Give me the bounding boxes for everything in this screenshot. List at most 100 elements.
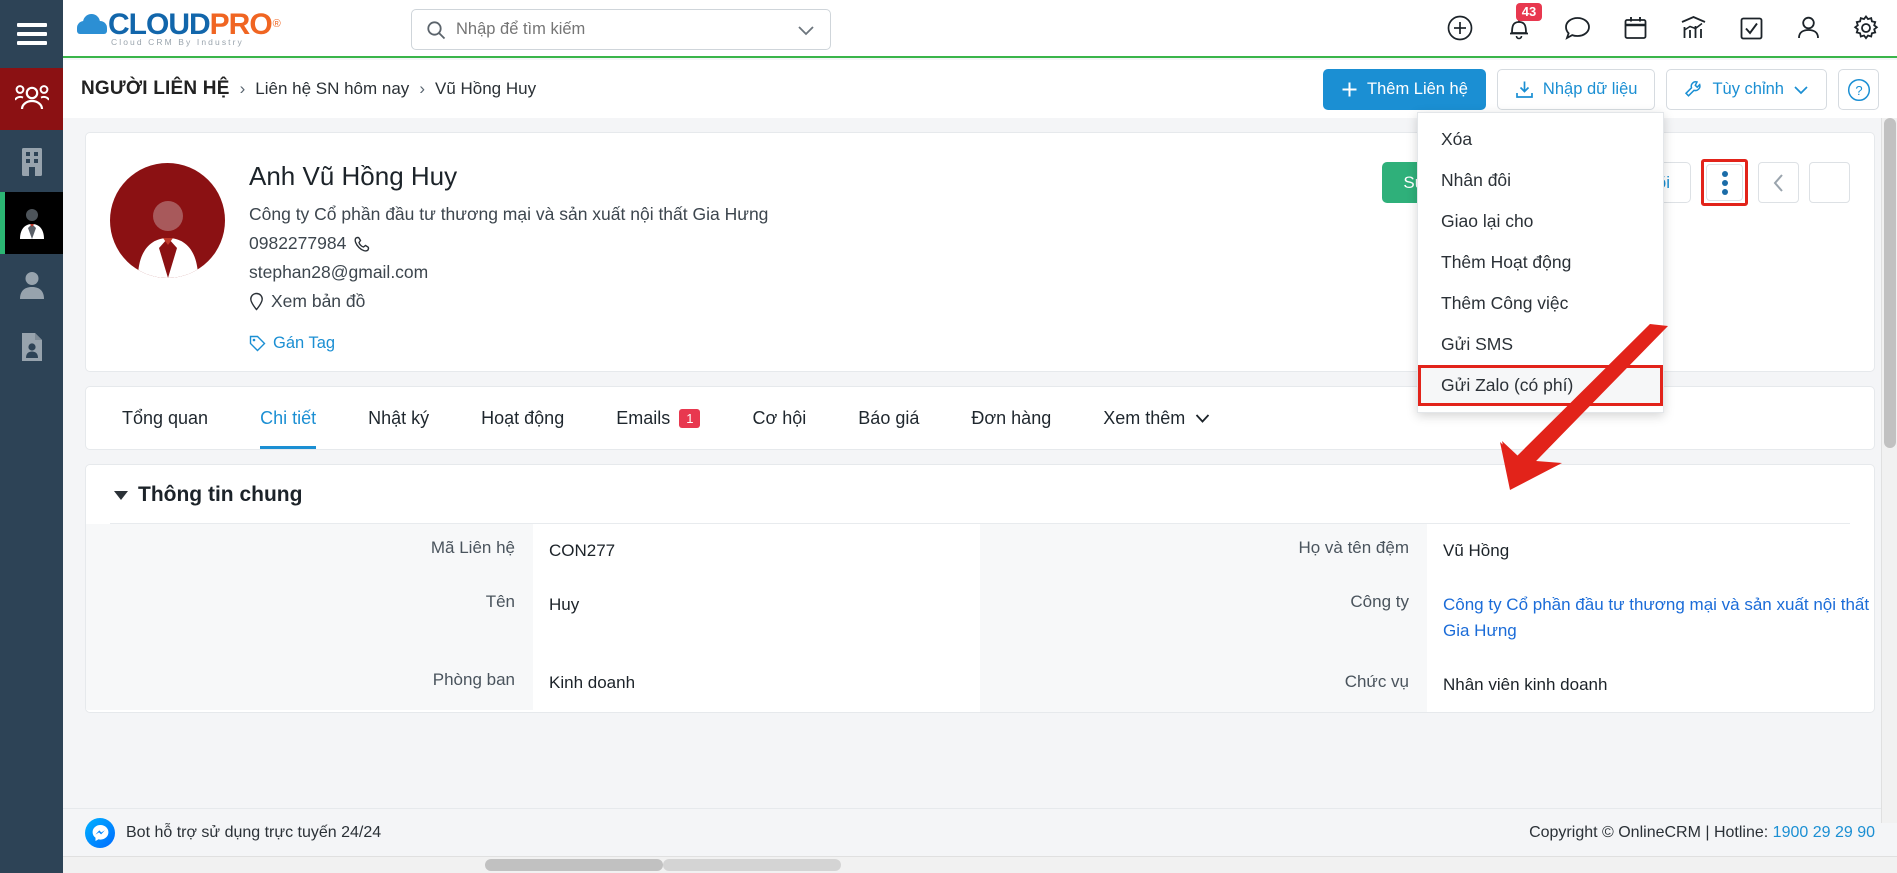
contact-name: Anh Vũ Hồng Huy <box>249 161 458 191</box>
assign-tag-label: Gán Tag <box>273 334 336 352</box>
more-actions-highlight <box>1701 159 1748 206</box>
app-logo[interactable]: CLOUD PRO ® Cloud CRM By Industry <box>77 7 281 47</box>
more-actions-button[interactable] <box>1706 164 1743 201</box>
more-actions-dropdown: Xóa Nhân đôi Giao lại cho Thêm Hoạt động… <box>1417 112 1664 413</box>
reports-icon[interactable] <box>1680 15 1707 41</box>
breadcrumb-mid[interactable]: Liên hệ SN hôm nay <box>255 79 409 99</box>
assign-tag-button[interactable]: Gán Tag <box>249 334 768 353</box>
contact-map-line[interactable]: Xem bản đồ <box>249 287 768 316</box>
import-data-label: Nhập dữ liệu <box>1542 80 1638 98</box>
breadcrumb: NGƯỜI LIÊN HỆ › Liên hệ SN hôm nay › Vũ … <box>81 78 536 100</box>
hotline-number[interactable]: 1900 29 29 90 <box>1773 824 1875 841</box>
copyright-text: Copyright © OnlineCRM | Hotline: <box>1529 823 1773 841</box>
contact-phone: 0982277984 <box>249 233 347 253</box>
field-value[interactable]: Công ty Cổ phần đầu tư thương mại và sản… <box>1427 578 1874 658</box>
contact-card-icon <box>21 333 42 361</box>
field-value: Kinh doanh <box>549 673 636 692</box>
field-label: Chức vụ <box>980 658 1427 712</box>
menu-item-gui-sms[interactable]: Gửi SMS <box>1418 324 1663 365</box>
horizontal-scrollbar-thumb[interactable] <box>485 859 663 871</box>
tab-label: Xem thêm <box>1103 407 1186 428</box>
tab-label: Báo giá <box>858 407 920 428</box>
tab-don-hang[interactable]: Đơn hàng <box>945 387 1077 449</box>
field-row: Phòng ban Kinh doanh <box>86 632 980 710</box>
next-record-button[interactable] <box>1809 162 1850 203</box>
contact-map-label[interactable]: Xem bản đồ <box>271 287 365 316</box>
menu-item-them-hoat-dong[interactable]: Thêm Hoạt động <box>1418 242 1663 283</box>
tab-label: Tổng quan <box>122 407 209 428</box>
field-column-left: Mã Liên hệ CON277 Tên Huy Phòng ban Kinh… <box>86 524 980 712</box>
menu-item-xoa[interactable]: Xóa <box>1418 119 1663 160</box>
tab-bao-gia[interactable]: Báo giá <box>832 387 945 449</box>
tag-icon <box>249 335 266 352</box>
emails-count-badge: 1 <box>679 408 701 428</box>
help-button[interactable]: ? <box>1838 69 1879 110</box>
menu-item-nhan-doi[interactable]: Nhân đôi <box>1418 160 1663 201</box>
businessman-avatar-icon <box>137 201 198 278</box>
copyright: Copyright © OnlineCRM | Hotline: 1900 29… <box>1529 824 1875 842</box>
horizontal-scrollbar[interactable] <box>0 856 1897 873</box>
contact-phone-line: 0982277984 <box>249 229 768 258</box>
general-info-title[interactable]: Thông tin chung <box>86 483 1874 523</box>
add-icon[interactable] <box>1446 14 1474 42</box>
menu-item-giao-lai-cho[interactable]: Giao lại cho <box>1418 201 1663 242</box>
topbar-icons: 43 <box>1446 0 1879 56</box>
sidebar-item-leads[interactable] <box>0 254 63 316</box>
tab-tong-quan[interactable]: Tổng quan <box>96 387 234 449</box>
sidebar-item-records[interactable] <box>0 316 63 378</box>
sidebar-item-contact-person[interactable] <box>0 192 63 254</box>
tab-nhat-ky[interactable]: Nhật ký <box>342 387 455 449</box>
field-grid: Mã Liên hệ CON277 Tên Huy Phòng ban Kinh… <box>86 524 1874 712</box>
previous-record-button[interactable] <box>1758 162 1799 203</box>
tab-xem-them[interactable]: Xem thêm <box>1077 387 1237 449</box>
field-row: Chức vụ Nhân viên kinh doanh <box>980 658 1874 712</box>
tab-emails[interactable]: Emails 1 <box>590 387 726 449</box>
people-group-icon <box>14 85 49 110</box>
logo-pro-text: PRO <box>209 7 273 41</box>
breadcrumb-separator-2: › <box>419 79 425 98</box>
tab-co-hoi[interactable]: Cơ hội <box>726 387 832 449</box>
settings-icon[interactable] <box>1853 15 1879 41</box>
chevron-down-icon[interactable] <box>796 23 816 37</box>
search-input[interactable] <box>456 20 796 39</box>
search-icon <box>427 20 446 39</box>
field-label: Mã Liên hệ <box>86 524 533 578</box>
menu-toggle-button[interactable] <box>0 0 63 68</box>
tasks-icon[interactable] <box>1739 16 1764 41</box>
chevron-left-icon <box>1773 173 1783 192</box>
sidebar-item-contacts-group[interactable] <box>0 68 63 130</box>
logo-tagline: Cloud CRM By Industry <box>111 36 244 47</box>
field-label: Tên <box>86 578 533 632</box>
support-bot[interactable]: Bot hỗ trợ sử dụng trực tuyến 24/24 <box>85 817 381 848</box>
tab-chi-tiet[interactable]: Chi tiết <box>234 387 342 449</box>
chat-icon[interactable] <box>1564 15 1591 41</box>
user-account-icon[interactable] <box>1796 15 1821 41</box>
contact-email[interactable]: stephan28@gmail.com <box>249 258 428 287</box>
field-value: Nhân viên kinh doanh <box>1443 675 1608 694</box>
horizontal-scrollbar-thumb-secondary[interactable] <box>663 859 841 871</box>
menu-item-gui-zalo[interactable]: Gửi Zalo (có phí) <box>1418 365 1663 406</box>
wrench-icon <box>1685 81 1702 97</box>
collapse-caret-icon[interactable] <box>114 490 128 500</box>
breadcrumb-root[interactable]: NGƯỜI LIÊN HỆ <box>81 78 230 100</box>
customize-button[interactable]: Tùy chỉnh <box>1666 69 1827 110</box>
plus-icon <box>1342 82 1357 97</box>
calendar-icon[interactable] <box>1623 15 1648 41</box>
import-data-button[interactable]: Nhập dữ liệu <box>1496 69 1656 110</box>
phone-icon[interactable] <box>353 235 371 253</box>
sidebar-item-companies[interactable] <box>0 130 63 192</box>
page-action-buttons: Thêm Liên hệ Nhập dữ liệu Tùy chỉnh ? <box>1323 69 1879 110</box>
field-value: CON277 <box>549 541 616 560</box>
kebab-dot-1 <box>1721 170 1728 177</box>
notification-bell-icon[interactable]: 43 <box>1506 3 1542 42</box>
global-search[interactable] <box>411 9 831 50</box>
tab-hoat-dong[interactable]: Hoạt động <box>455 387 590 449</box>
menu-item-them-cong-viec[interactable]: Thêm Công việc <box>1418 283 1663 324</box>
vertical-scrollbar[interactable] <box>1881 118 1897 823</box>
breadcrumb-bar: NGƯỜI LIÊN HỆ › Liên hệ SN hôm nay › Vũ … <box>63 60 1897 118</box>
tab-label: Hoạt động <box>481 407 565 428</box>
field-row: Tên Huy <box>86 578 980 632</box>
add-contact-button[interactable]: Thêm Liên hệ <box>1323 69 1486 110</box>
vertical-scrollbar-thumb[interactable] <box>1884 118 1896 448</box>
building-icon <box>21 148 42 176</box>
